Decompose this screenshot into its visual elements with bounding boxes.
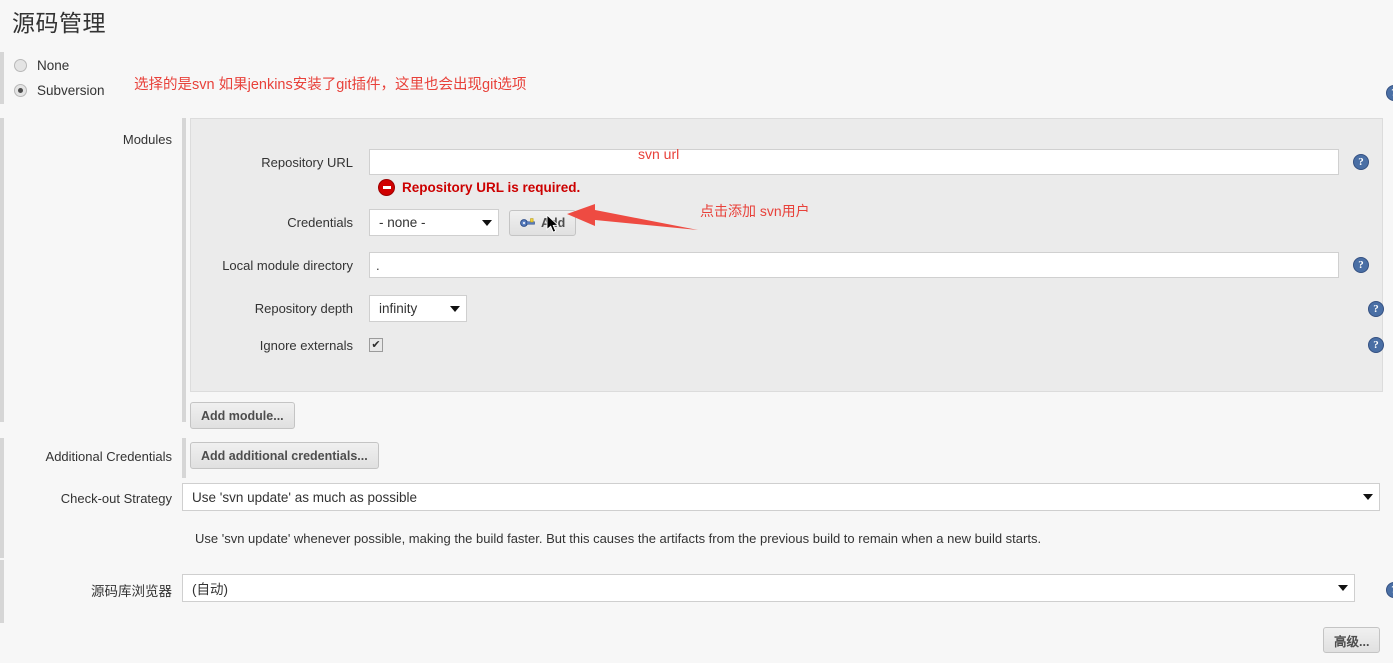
modules-guide-bar (0, 118, 4, 422)
radio-none-icon[interactable] (14, 58, 27, 72)
ignore-externals-help-icon[interactable]: ? (1368, 337, 1384, 353)
local-module-directory-row: Local module directory ? (191, 252, 1384, 278)
scm-option-subversion-label: Subversion (37, 82, 105, 98)
add-additional-credentials-button-label: Add additional credentials... (201, 448, 368, 463)
annotation-add-user: 点击添加 svn用户 (700, 203, 810, 219)
additional-credentials-inner-guide-bar (182, 438, 186, 478)
add-module-button[interactable]: Add module... (190, 402, 295, 429)
repository-url-label: Repository URL (261, 154, 353, 170)
modules-panel: Repository URL ? Repository URL is requi… (190, 118, 1384, 392)
scm-option-none-label: None (37, 57, 70, 73)
additional-credentials-section: Additional Credentials Add additional cr… (0, 438, 1393, 478)
advanced-button-label: 高级... (1334, 634, 1370, 649)
local-module-directory-label: Local module directory (222, 257, 353, 273)
radio-subversion-icon[interactable] (14, 83, 27, 97)
modules-label: Modules (122, 132, 172, 147)
add-credentials-button-label: Add (541, 215, 566, 230)
annotation-svn-url: svn url (638, 146, 680, 162)
checkout-strategy-selected-value: Use 'svn update' as much as possible (192, 489, 418, 505)
modules-inner-guide-bar (182, 118, 186, 422)
help-glyph: ? (1373, 339, 1379, 351)
help-glyph: ? (1373, 302, 1379, 315)
ignore-externals-label: Ignore externals (259, 337, 353, 353)
repository-browser-label: 源码库浏览器 (91, 584, 172, 599)
checkout-strategy-select[interactable]: Use 'svn update' as much as possible (182, 483, 1380, 511)
repository-browser-selected-value: (自动) (192, 582, 228, 597)
credentials-label: Credentials (287, 215, 353, 230)
repository-url-error-text: Repository URL is required. (402, 180, 581, 195)
add-module-button-label: Add module... (201, 408, 284, 423)
page-title: 源码管理 (12, 11, 106, 36)
advanced-button[interactable]: 高级... (1323, 627, 1381, 653)
repository-url-error: Repository URL is required. (378, 179, 580, 196)
ignore-externals-row: Ignore externals ? (191, 337, 1384, 353)
scm-section-help-icon[interactable]: ? (1386, 85, 1393, 101)
chevron-down-icon (1363, 494, 1373, 500)
repository-browser-select[interactable]: (自动) (182, 574, 1355, 602)
repository-depth-label: Repository depth (254, 301, 353, 316)
checkout-strategy-description: Use 'svn update' whenever possible, maki… (195, 531, 1042, 546)
scm-option-none[interactable]: None (0, 52, 69, 78)
repository-url-row: Repository URL ? (191, 149, 1384, 175)
modules-section: Modules Repository URL ? Repository URL … (0, 118, 1393, 438)
repository-browser-section: 源码库浏览器 (自动) ? (0, 560, 1393, 623)
scm-option-subversion[interactable]: Subversion (0, 77, 105, 103)
chevron-down-icon (482, 219, 492, 226)
repository-url-input[interactable] (369, 149, 1339, 175)
checkout-strategy-section: Check-out Strategy Use 'svn update' as m… (0, 478, 1393, 558)
additional-credentials-label: Additional Credentials (45, 449, 172, 464)
help-glyph: ? (1358, 156, 1364, 168)
credentials-select[interactable]: - none - (369, 209, 499, 236)
key-icon (520, 217, 535, 228)
repository-depth-select[interactable]: infinity (369, 295, 467, 322)
help-glyph: ? (1358, 259, 1364, 271)
credentials-selected-value: - none - (379, 215, 426, 230)
add-additional-credentials-button[interactable]: Add additional credentials... (190, 442, 379, 469)
repository-depth-row: Repository depth infinity ? (191, 295, 1384, 322)
chevron-down-icon (450, 305, 460, 312)
chevron-down-icon (1338, 585, 1348, 591)
error-icon (378, 179, 395, 196)
annotation-scm-note: 选择的是svn 如果jenkins安装了git插件，这里也会出现git选项 (134, 77, 527, 93)
repository-url-help-icon[interactable]: ? (1353, 154, 1369, 170)
repository-depth-selected-value: infinity (379, 301, 418, 316)
annotation-arrow (565, 200, 700, 240)
local-module-directory-help-icon[interactable]: ? (1353, 257, 1369, 273)
repository-depth-help-icon[interactable]: ? (1368, 300, 1384, 317)
ignore-externals-checkbox[interactable] (369, 338, 383, 352)
checkout-strategy-label: Check-out Strategy (60, 491, 172, 506)
repository-browser-help-icon[interactable]: ? (1386, 582, 1393, 598)
local-module-directory-input[interactable] (369, 252, 1339, 278)
checkout-strategy-guide-bar (0, 478, 4, 558)
